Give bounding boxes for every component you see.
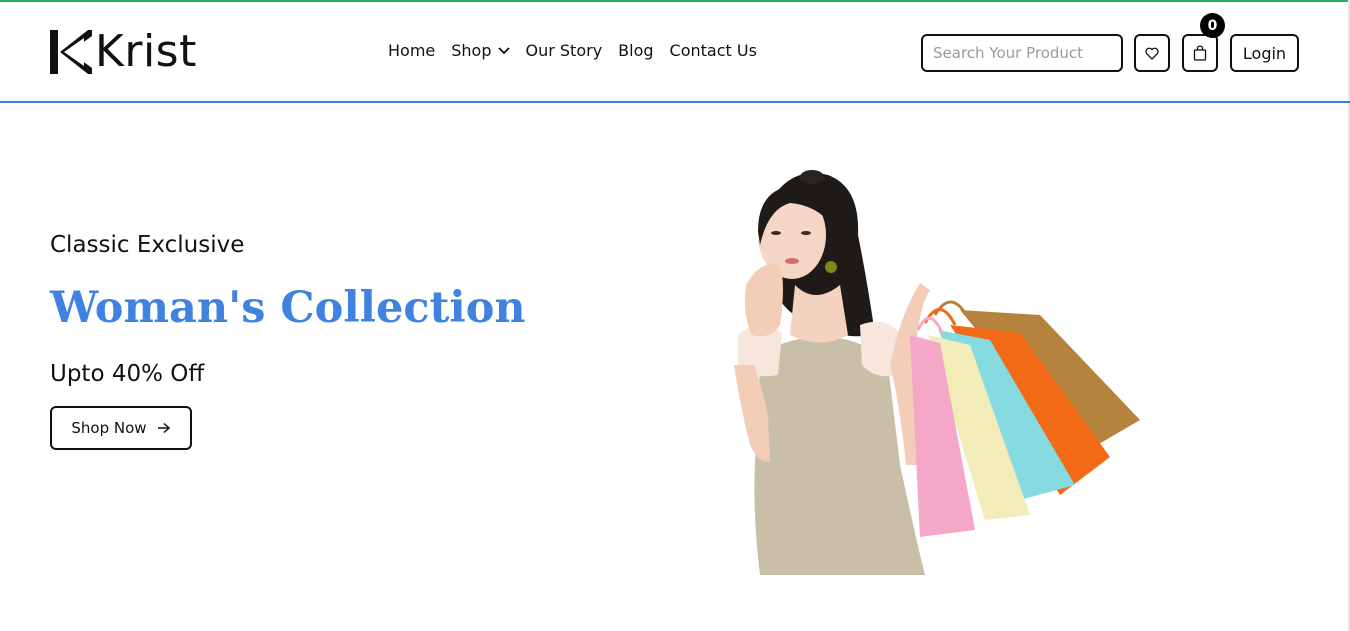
nav-contact-us[interactable]: Contact Us xyxy=(670,41,757,60)
krist-k-mark-icon xyxy=(50,30,92,74)
nav-home[interactable]: Home xyxy=(388,41,435,60)
login-button[interactable]: Login xyxy=(1230,34,1299,72)
nav-shop-label: Shop xyxy=(451,41,492,60)
shopping-bag-icon xyxy=(1193,45,1207,61)
chevron-down-icon xyxy=(497,46,510,54)
hero-offer: Upto 40% Off xyxy=(50,361,205,387)
brand-logo[interactable]: Krist xyxy=(50,29,197,75)
brand-name: Krist xyxy=(95,26,197,77)
cart-count-badge: 0 xyxy=(1200,13,1225,38)
nav-contact-us-label: Contact Us xyxy=(669,41,757,60)
search-input[interactable] xyxy=(921,34,1123,72)
hero-model-image xyxy=(734,170,1140,575)
nav-our-story-label: Our Story xyxy=(525,41,603,60)
heart-icon xyxy=(1145,47,1159,60)
nav-blog[interactable]: Blog xyxy=(618,41,653,60)
shop-now-button[interactable]: Shop Now xyxy=(50,406,192,450)
shop-now-label: Shop Now xyxy=(71,419,147,437)
nav-shop[interactable]: Shop xyxy=(451,41,510,60)
hero-title: Woman's Collection xyxy=(50,283,526,333)
wishlist-button[interactable] xyxy=(1134,34,1170,72)
nav-home-label: Home xyxy=(388,41,436,60)
site-header: Krist Home Shop Our Story Blog Contact U… xyxy=(0,2,1350,103)
cart-button[interactable] xyxy=(1182,34,1218,72)
arrow-right-icon xyxy=(157,422,170,434)
nav-our-story[interactable]: Our Story xyxy=(526,41,603,60)
nav-blog-label: Blog xyxy=(618,41,654,60)
main-nav: Home Shop Our Story Blog Contact Us xyxy=(388,41,757,60)
hero-subtitle: Classic Exclusive xyxy=(50,232,245,258)
